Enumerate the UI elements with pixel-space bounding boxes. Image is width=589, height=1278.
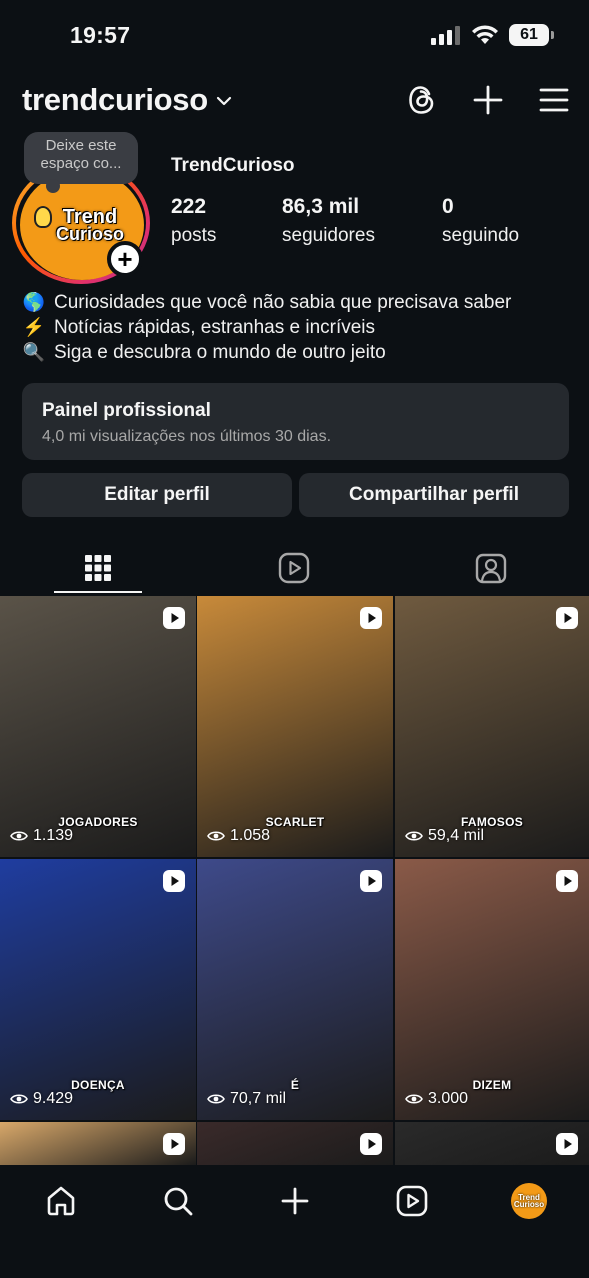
view-count: 1.058 [207,827,270,845]
tab-grid[interactable] [0,540,196,596]
lightbulb-icon [34,206,52,228]
view-count-text: 1.139 [33,827,74,844]
reel-icon [556,870,578,892]
chevron-down-icon[interactable] [216,95,232,107]
stat-posts[interactable]: 222 posts [171,195,216,247]
stat-value: 222 [171,195,207,218]
stat-label: posts [171,225,217,246]
eye-icon [10,1094,28,1104]
nav-home[interactable] [41,1181,81,1221]
eye-icon [207,831,225,841]
display-name: TrendCurioso [171,155,295,176]
stat-followers[interactable]: 86,3 mil seguidores [282,195,375,247]
globe-icon: 🌎 [22,292,46,312]
reel-icon [163,870,185,892]
search-icon [164,1187,193,1216]
professional-dashboard-title: Painel profissional [42,400,211,421]
stat-value: 0 [442,195,454,218]
magnifier-icon: 🔍 [22,342,46,362]
professional-dashboard[interactable]: Painel profissional 4,0 mi visualizações… [22,383,569,460]
view-count: 1.139 [10,827,73,845]
tab-reels[interactable] [196,540,392,596]
reels-nav-icon [396,1185,428,1217]
nav-reels[interactable] [392,1181,432,1221]
view-count-text: 59,4 mil [428,827,485,844]
tagged-icon [475,553,507,584]
view-count-text: 1.058 [230,827,271,844]
bio-line: 🌎 Curiosidades que você não sabia que pr… [22,290,512,315]
menu-icon[interactable] [539,87,569,113]
post-tile[interactable]: É 70,7 mil [197,859,393,1120]
stat-following[interactable]: 0 seguindo [442,195,519,247]
signal-icon [431,26,460,45]
status-icons: 61 [431,24,554,46]
grid-icon [85,555,111,581]
stat-label: seguindo [442,225,520,246]
post-tile[interactable] [197,1122,393,1165]
active-tab-indicator [54,591,142,593]
post-tile[interactable]: JOGADORES 1.139 [0,596,196,857]
professional-dashboard-subtitle: 4,0 mi visualizações nos últimos 30 dias… [42,428,332,445]
stat-label: seguidores [282,225,375,246]
eye-icon [405,1094,423,1104]
add-story-button[interactable]: + [107,241,143,277]
view-count: 59,4 mil [405,827,484,845]
view-count-text: 3.000 [428,1090,469,1107]
threads-icon[interactable] [407,84,437,116]
nav-avatar-text2: Curioso [513,1200,545,1209]
lightning-icon: ⚡ [22,317,46,337]
view-count: 3.000 [405,1090,468,1108]
username[interactable]: trendcurioso [22,82,208,118]
nav-create[interactable] [275,1181,315,1221]
eye-icon [10,831,28,841]
reels-icon [278,552,310,584]
eye-icon [405,831,423,841]
profile-header: trendcurioso [22,78,569,122]
bio-text: Siga e descubra o mundo de outro jeito [54,342,386,363]
post-tile[interactable] [395,1122,589,1165]
post-tile[interactable]: DOENÇA 9.429 [0,859,196,1120]
bio-line: 🔍 Siga e descubra o mundo de outro jeito [22,340,511,365]
view-count: 70,7 mil [207,1090,286,1108]
note-bubble[interactable]: Deixe este espaço co... [24,132,138,193]
create-plus-icon[interactable] [473,85,503,115]
bottom-nav: Trend Curioso [0,1165,589,1278]
bio-text: Notícias rápidas, estranhas e incríveis [54,317,376,338]
status-bar: 19:57 61 [0,0,589,70]
nav-search[interactable] [158,1181,198,1221]
nav-profile[interactable]: Trend Curioso [509,1181,549,1221]
view-count-text: 70,7 mil [230,1090,287,1107]
share-profile-button[interactable]: Compartilhar perfil [299,473,569,517]
view-count: 9.429 [10,1090,73,1108]
post-tile[interactable]: DIZEM 3.000 [395,859,589,1120]
home-icon [47,1186,75,1216]
tab-tagged[interactable] [393,540,589,596]
post-tile[interactable]: SCARLET 1.058 [197,596,393,857]
reel-icon [163,1133,185,1155]
eye-icon [207,1094,225,1104]
reel-icon [556,607,578,629]
bio-line: ⚡ Notícias rápidas, estranhas e incrívei… [22,315,511,340]
edit-profile-button[interactable]: Editar perfil [22,473,292,517]
logo-text-curioso: Curioso [55,223,124,244]
reel-icon [163,607,185,629]
profile-avatar-small: Trend Curioso [511,1183,547,1219]
view-count-text: 9.429 [33,1090,74,1107]
reel-icon [360,870,382,892]
reel-icon [556,1133,578,1155]
bio-text: Curiosidades que você não sabia que prec… [54,292,512,313]
stat-value: 86,3 mil [282,195,360,218]
reel-icon [360,607,382,629]
profile-tabs [0,540,589,596]
post-tile[interactable] [0,1122,196,1165]
plus-icon [281,1187,309,1215]
status-time: 19:57 [70,22,131,48]
bio: 🌎 Curiosidades que você não sabia que pr… [22,290,512,365]
reel-icon [360,1133,382,1155]
wifi-icon [472,25,498,44]
battery-indicator: 61 [509,24,554,46]
post-tile[interactable]: FAMOSOS 59,4 mil [395,596,589,857]
